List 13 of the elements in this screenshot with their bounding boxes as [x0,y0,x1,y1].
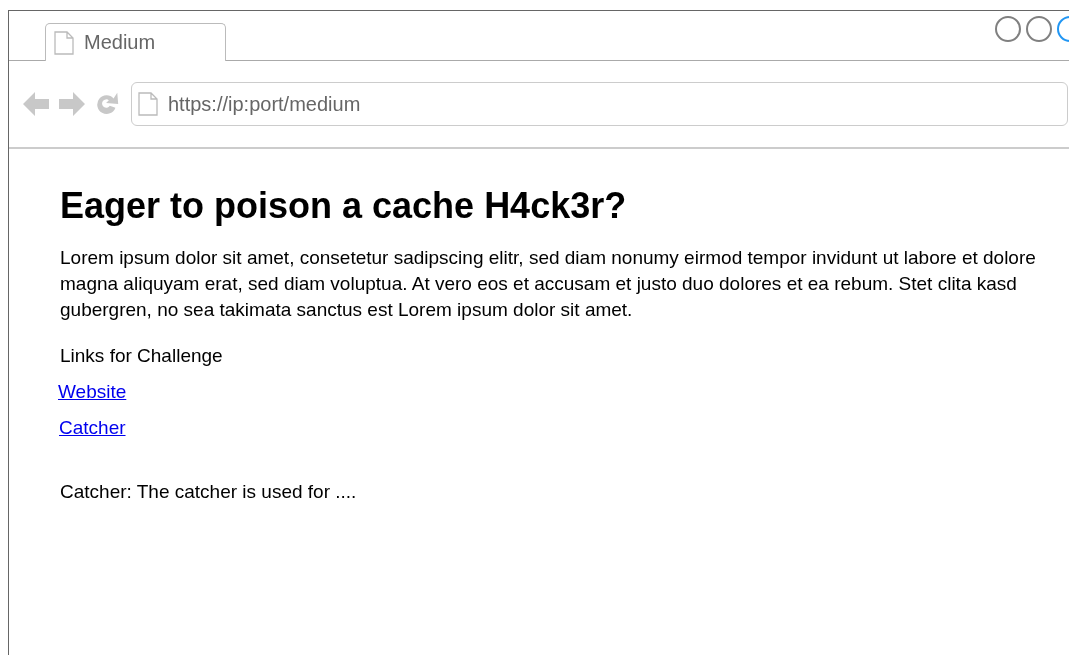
challenge-link[interactable]: Website [58,381,127,403]
address-field[interactable]: https://ip:port/medium [131,82,1068,126]
document-icon [138,92,158,116]
forward-icon[interactable] [57,89,87,119]
challenge-link[interactable]: Catcher [59,417,126,439]
document-icon [54,30,74,55]
browser-tab[interactable]: Medium [45,23,226,61]
window-control[interactable] [1026,16,1052,42]
links-label: Links for Challenge [60,345,224,367]
catcher-note: Catcher: The catcher is used for .... [60,481,358,503]
page-heading: Eager to poison a cache H4ck3r? [60,185,628,227]
window-control[interactable] [995,16,1021,42]
intro-paragraph: Lorem ipsum dolor sit amet, consetetur sadipscing elitr, sed diam nonumy eirmod tempor invidunt ut labore et dolore magna aliquyam erat, sed diam voluptua. At vero eos et accusam et justo duo dolores et ea rebum. Stet clita kasd gubergren, no sea takimata sanctus est Lorem ipsum dolor sit amet. [60,246,1037,322]
